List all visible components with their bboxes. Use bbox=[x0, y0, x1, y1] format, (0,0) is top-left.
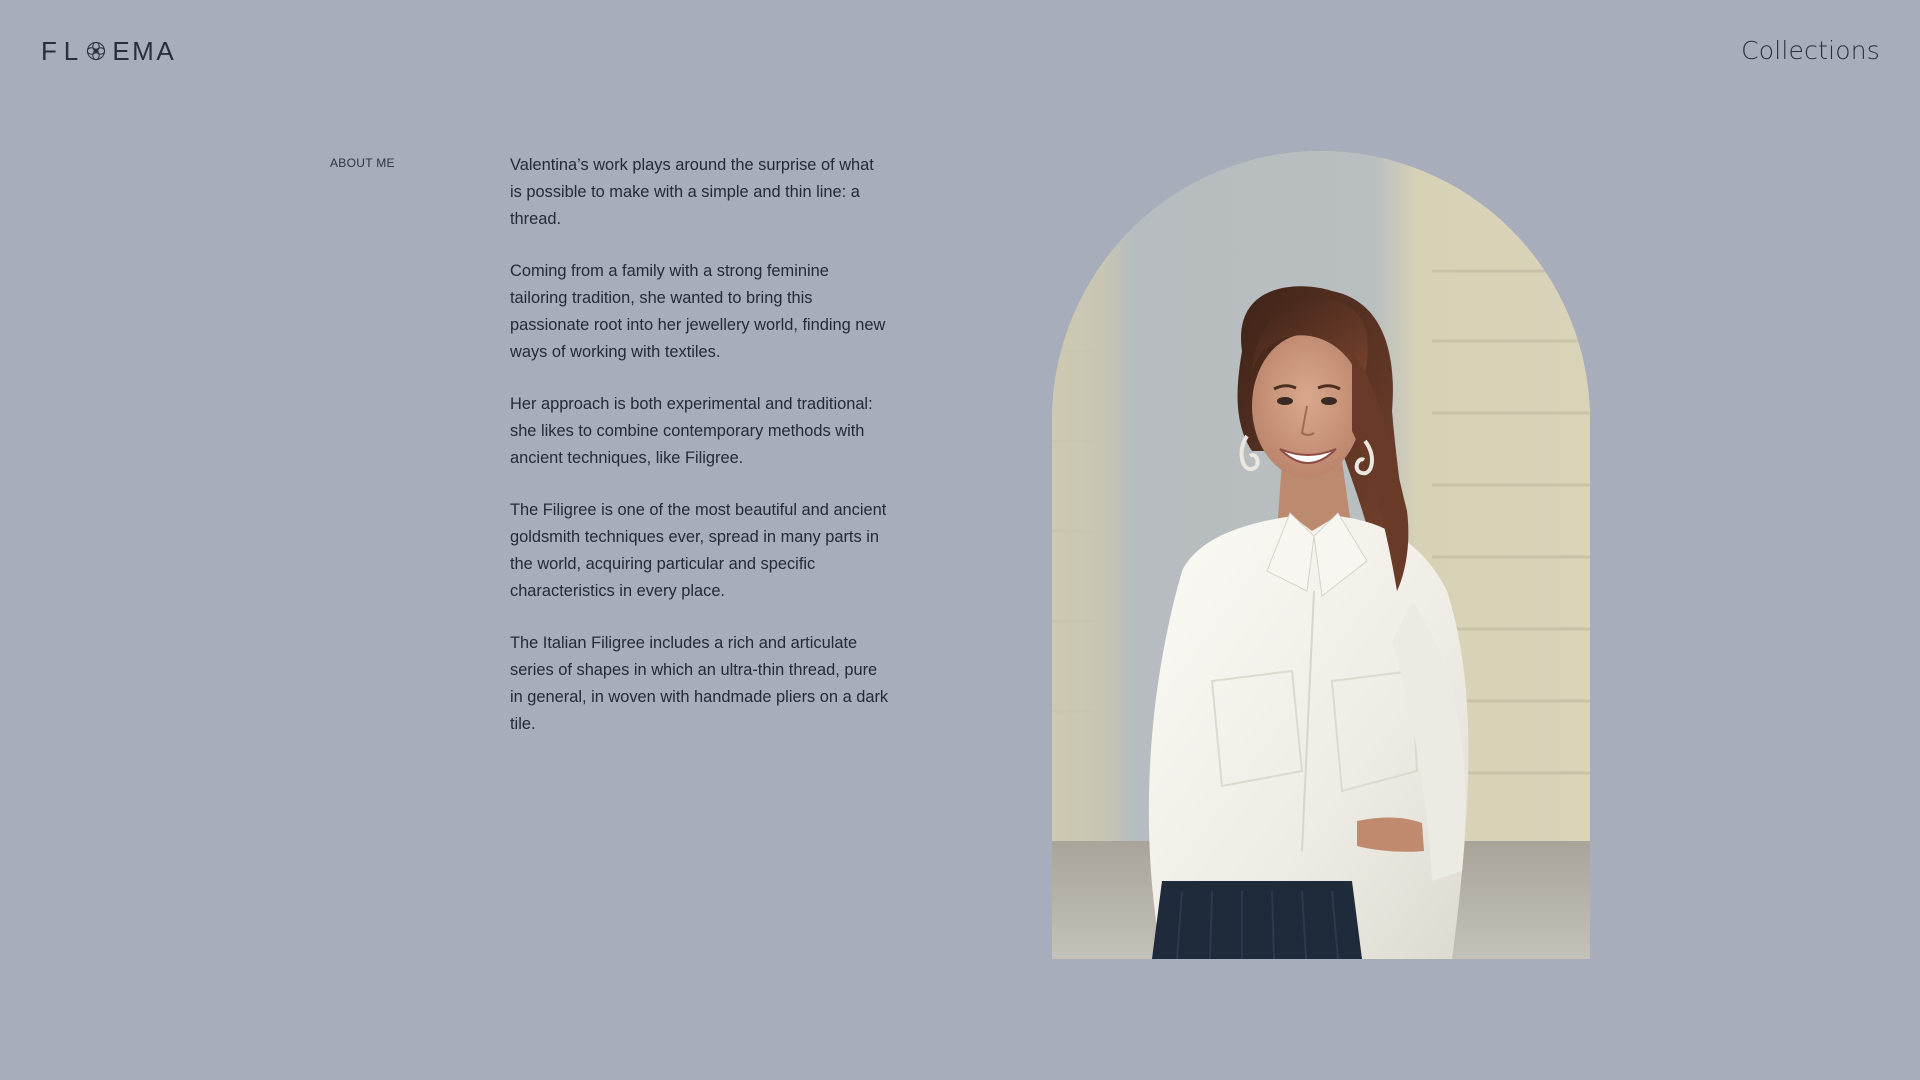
collections-link[interactable]: Collections bbox=[1741, 36, 1880, 65]
logo-letter-l: L bbox=[63, 35, 79, 66]
flower-icon bbox=[84, 39, 108, 63]
about-paragraph: The Filigree is one of the most beautifu… bbox=[510, 501, 887, 600]
logo-letter-e: E bbox=[112, 35, 130, 66]
logo-letter-m: M bbox=[132, 35, 154, 66]
about-paragraph: Coming from a family with a strong femin… bbox=[510, 262, 886, 361]
portrait-photo bbox=[1052, 151, 1590, 959]
about-paragraph: The Italian Filigree includes a rich and… bbox=[510, 634, 889, 733]
floema-logo[interactable]: F L E M A bbox=[38, 36, 176, 66]
logo-letter-a: A bbox=[156, 35, 174, 66]
about-paragraph: Valentina’s work plays around the surpri… bbox=[510, 156, 874, 228]
about-paragraph: Her approach is both experimental and tr… bbox=[510, 395, 873, 467]
portrait-illustration bbox=[1052, 151, 1590, 959]
about-page: F L E M A Collections ABOUT ME Valentina… bbox=[0, 0, 1920, 1080]
section-label: ABOUT ME bbox=[330, 156, 395, 170]
logo-letter-f: F bbox=[41, 35, 57, 66]
about-text: Valentina’s work plays around the surpri… bbox=[510, 152, 890, 763]
